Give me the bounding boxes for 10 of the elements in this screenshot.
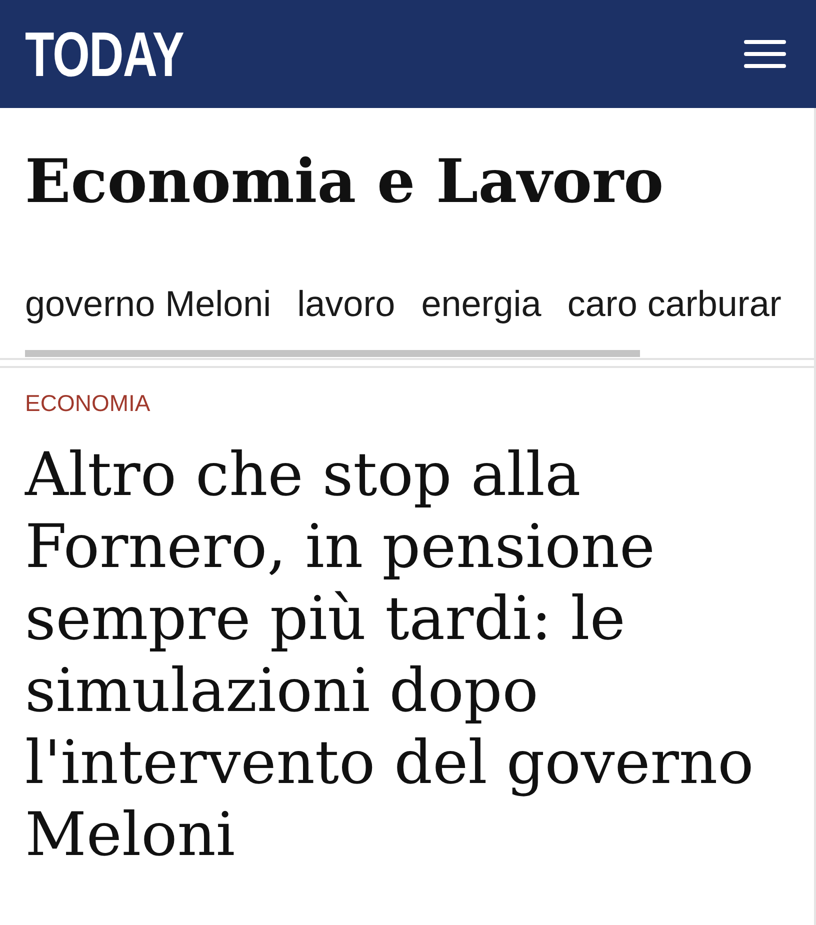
scrollbar[interactable] xyxy=(25,350,640,357)
logo[interactable]: TODAY xyxy=(25,24,184,86)
menu-icon[interactable] xyxy=(744,40,786,68)
tag-link[interactable]: governo Meloni xyxy=(25,282,272,326)
tag-link[interactable]: energia xyxy=(421,282,542,326)
article-headline[interactable]: Altro che stop alla Fornero, in pensione sempre più tardi: le simulazioni dopo l'intervento del governo Meloni xyxy=(25,439,789,871)
tag-link[interactable]: lavoro xyxy=(297,282,396,326)
tag-link[interactable]: caro carburar xyxy=(567,282,782,326)
section-title: Economia e Lavoro xyxy=(24,146,665,219)
category-label[interactable]: ECONOMIA xyxy=(25,389,150,417)
